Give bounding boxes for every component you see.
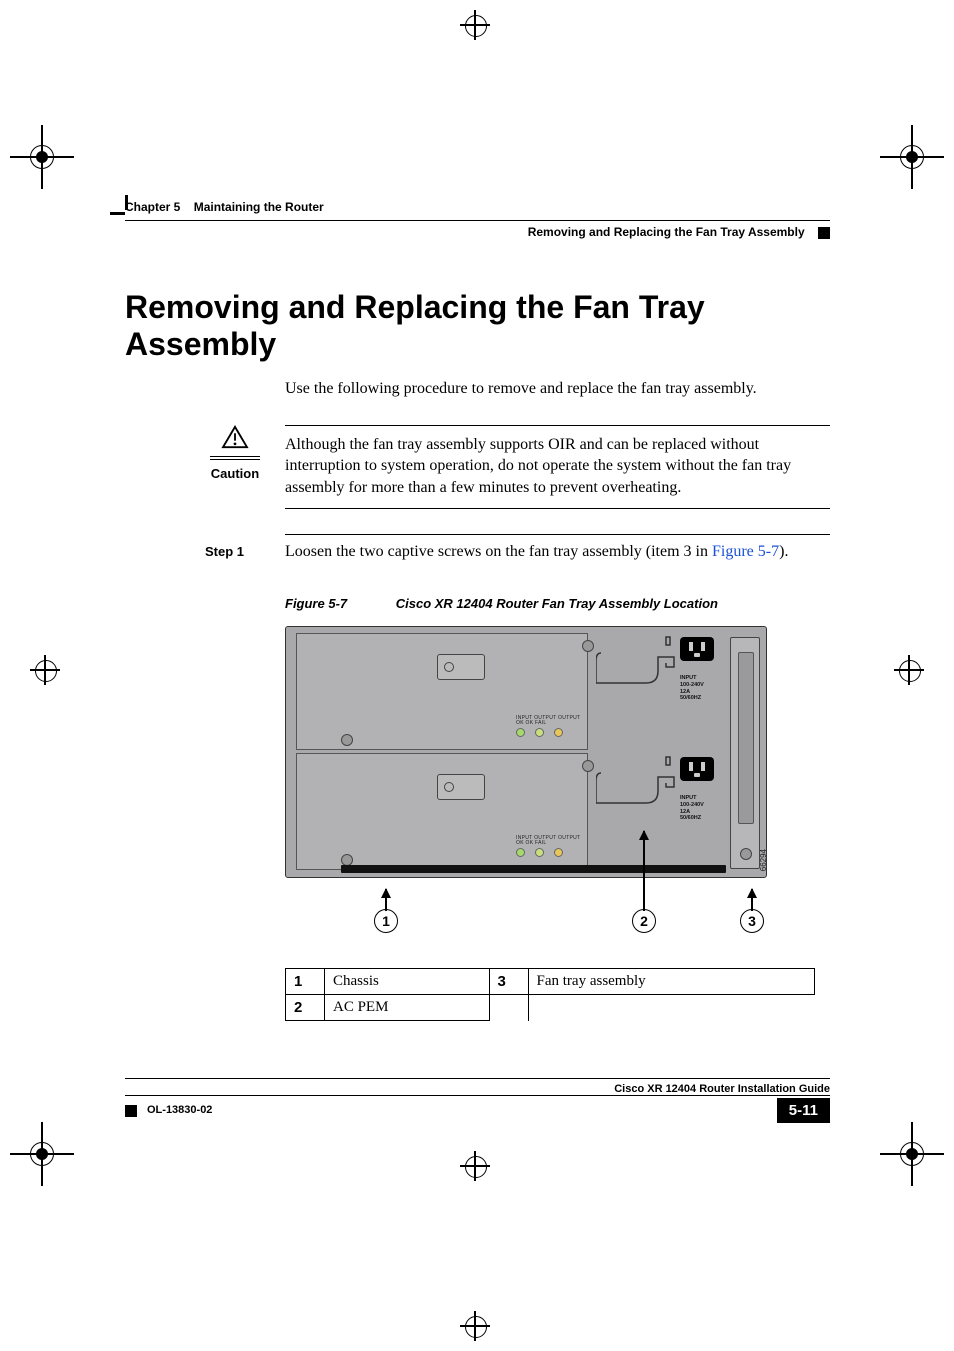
page-title: Removing and Replacing the Fan Tray Asse… xyxy=(125,289,830,363)
doc-number: OL-13830-02 xyxy=(147,1104,212,1116)
legend-text: Fan tray assembly xyxy=(528,969,815,995)
fan-tray-illustration xyxy=(730,637,760,869)
crosshair-icon xyxy=(460,1311,490,1341)
callout-number: 2 xyxy=(632,909,656,933)
crosshair-icon xyxy=(894,655,924,685)
callout-arrow-icon xyxy=(385,889,387,911)
intro-text: Use the following procedure to remove an… xyxy=(285,378,830,400)
page-number: 5-11 xyxy=(777,1098,830,1123)
table-row: 1 Chassis 3 Fan tray assembly xyxy=(286,969,815,995)
caution-icon xyxy=(221,425,249,454)
power-spec: INPUT 100-240V 12A 50/60HZ xyxy=(680,795,704,821)
legend-text: AC PEM xyxy=(325,995,490,1021)
step-text-tail: ). xyxy=(779,543,788,560)
power-top: INPUT 100-240V 12A 50/60HZ xyxy=(596,633,726,748)
step-text: Loosen the two captive screws on the fan… xyxy=(285,543,712,560)
callout-number: 3 xyxy=(740,909,764,933)
power-bottom: INPUT 100-240V 12A 50/60HZ xyxy=(596,753,726,868)
footer-marker-icon xyxy=(125,1105,137,1117)
legend-num: 1 xyxy=(286,969,325,995)
legend-text: Chassis xyxy=(325,969,490,995)
chapter-number: Chapter 5 xyxy=(125,200,180,214)
ac-plug-icon xyxy=(680,637,714,661)
ac-plug-icon xyxy=(680,757,714,781)
section-marker-icon xyxy=(818,227,830,239)
page-footer: Cisco XR 12404 Router Installation Guide… xyxy=(125,1078,830,1123)
caution-label: Caution xyxy=(210,466,260,481)
registration-mark-icon xyxy=(20,1132,64,1176)
legend-num: 2 xyxy=(286,995,325,1021)
power-spec: INPUT 100-240V 12A 50/60HZ xyxy=(680,675,704,701)
figure-title: Cisco XR 12404 Router Fan Tray Assembly … xyxy=(396,596,718,611)
crosshair-icon xyxy=(460,10,490,40)
leds-bottom: INPUT OUTPUT OUTPUT OK OK FAIL xyxy=(516,835,580,857)
art-number: 66294 xyxy=(759,849,768,871)
callout-number: 1 xyxy=(374,909,398,933)
registration-mark-icon xyxy=(890,1132,934,1176)
callout-arrow-icon xyxy=(643,831,645,911)
crosshair-icon xyxy=(460,1151,490,1181)
guide-title: Cisco XR 12404 Router Installation Guide xyxy=(125,1083,830,1095)
step-label: Step 1 xyxy=(205,544,244,559)
figure-reference-link[interactable]: Figure 5-7 xyxy=(712,543,779,560)
chassis-illustration: INPUT OUTPUT OUTPUT OK OK FAIL INPUT 100… xyxy=(285,626,767,878)
figure-caption: Figure 5-7 Cisco XR 12404 Router Fan Tra… xyxy=(285,596,830,611)
figure-number: Figure 5-7 xyxy=(285,596,347,611)
caution-block: Caution Although the fan tray assembly s… xyxy=(125,425,830,510)
caution-text: Although the fan tray assembly supports … xyxy=(285,426,830,509)
chapter-title: Maintaining the Router xyxy=(194,200,324,214)
registration-mark-icon xyxy=(20,135,64,179)
step-1: Step 1 Loosen the two captive screws on … xyxy=(125,534,830,561)
callout-arrow-icon xyxy=(751,889,753,911)
table-row: 2 AC PEM xyxy=(286,995,815,1021)
registration-mark-icon xyxy=(890,135,934,179)
crosshair-icon xyxy=(30,655,60,685)
crop-mark-icon xyxy=(110,212,125,215)
figure-legend-table: 1 Chassis 3 Fan tray assembly 2 AC PEM xyxy=(285,968,815,1021)
section-name: Removing and Replacing the Fan Tray Asse… xyxy=(528,225,805,239)
legend-num: 3 xyxy=(489,969,528,995)
figure-illustration: INPUT OUTPUT OUTPUT OK OK FAIL INPUT 100… xyxy=(285,626,775,933)
running-header: Chapter 5 Maintaining the Router Removin… xyxy=(125,200,830,239)
leds-top: INPUT OUTPUT OUTPUT OK OK FAIL xyxy=(516,715,580,737)
